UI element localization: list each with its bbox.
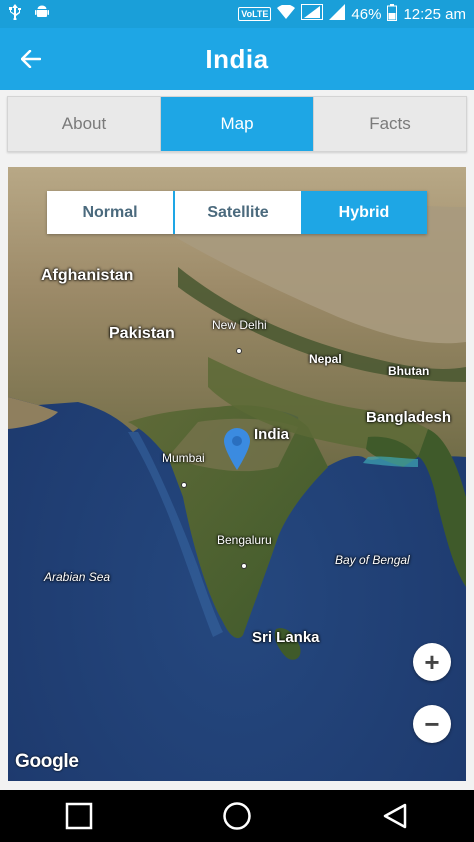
label-bhutan: Bhutan	[388, 364, 430, 378]
back-triangle-icon[interactable]	[375, 796, 415, 836]
signal-icon	[301, 4, 324, 24]
zoom-out-button[interactable]: −	[413, 705, 451, 743]
tab-bar: About Map Facts	[7, 96, 467, 152]
map-pin-icon[interactable]	[224, 428, 250, 475]
tab-map[interactable]: Map	[161, 97, 314, 151]
recents-square-icon[interactable]	[59, 796, 99, 836]
battery-percent: 46%	[351, 5, 382, 23]
tab-facts[interactable]: Facts	[314, 97, 466, 151]
label-bengaluru: Bengaluru	[217, 533, 272, 547]
label-nepal: Nepal	[309, 352, 342, 366]
mumbai-dot	[181, 482, 187, 488]
navigation-bar	[0, 790, 474, 842]
bengaluru-dot	[241, 563, 247, 569]
label-bangladesh: Bangladesh	[366, 409, 452, 426]
map-view[interactable]: Normal Satellite Hybrid Afghanistan Paki…	[8, 167, 466, 781]
status-bar: VoLTE 46% 12:25 am	[0, 0, 474, 28]
label-bay-of-bengal: Bay of Bengal	[335, 553, 410, 567]
label-mumbai: Mumbai	[162, 451, 205, 465]
wifi-icon	[277, 4, 296, 23]
label-sri-lanka: Sri Lanka	[252, 629, 320, 646]
battery-icon	[387, 3, 398, 25]
label-new-delhi: New Delhi	[212, 318, 267, 332]
back-arrow-icon[interactable]	[14, 42, 48, 76]
home-circle-icon[interactable]	[217, 796, 257, 836]
tab-about[interactable]: About	[8, 97, 161, 151]
map-type-switcher: Normal Satellite Hybrid	[47, 191, 427, 234]
zoom-in-button[interactable]: +	[413, 643, 451, 681]
label-afghanistan: Afghanistan	[41, 267, 134, 284]
page-title: India	[205, 43, 269, 74]
app-bar: India	[0, 28, 474, 90]
android-icon	[34, 4, 50, 24]
map-type-normal[interactable]: Normal	[47, 191, 175, 234]
volte-badge: VoLTE	[238, 7, 272, 21]
usb-icon	[8, 4, 22, 24]
google-logo: Google	[15, 751, 79, 772]
new-delhi-dot	[236, 348, 242, 354]
signal-icon-2	[329, 4, 346, 24]
label-arabian-sea: Arabian Sea	[44, 570, 111, 584]
label-pakistan: Pakistan	[109, 325, 175, 342]
map-type-hybrid[interactable]: Hybrid	[301, 191, 427, 234]
label-india: India	[254, 426, 290, 443]
clock: 12:25 am	[403, 5, 466, 23]
map-type-satellite[interactable]: Satellite	[175, 191, 301, 234]
